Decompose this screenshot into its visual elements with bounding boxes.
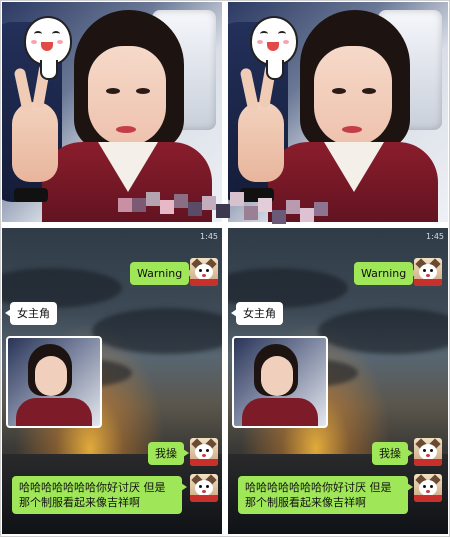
status-time: 1:45 [200, 232, 218, 241]
sent-message-3[interactable]: 哈哈哈哈哈哈哈你好讨厌 但是那个制服看起来像吉祥啊 [12, 476, 187, 514]
chat-panel-left[interactable]: 1:45 Warning 女主角 我操 哈哈哈哈哈哈哈你好讨厌 但是那个制服看起… [2, 228, 222, 534]
received-image-message[interactable] [232, 336, 328, 428]
sent-message-warning[interactable]: Warning [354, 262, 419, 285]
received-image-message[interactable] [6, 336, 102, 428]
received-message[interactable]: 女主角 [5, 302, 57, 325]
status-time: 1:45 [426, 232, 444, 241]
received-message[interactable]: 女主角 [231, 302, 283, 325]
cat-avatar-icon[interactable] [414, 258, 442, 286]
sent-message-3[interactable]: 哈哈哈哈哈哈哈你好讨厌 但是那个制服看起来像吉祥啊 [238, 476, 413, 514]
cat-avatar-icon[interactable] [190, 258, 218, 286]
sent-message-warning[interactable]: Warning [130, 262, 195, 285]
cat-avatar-icon[interactable] [414, 474, 442, 502]
mascot-sticker-icon [250, 16, 298, 66]
selfie-photo-left [2, 2, 222, 222]
mascot-sticker-icon [24, 16, 72, 66]
selfie-photo-right [228, 2, 448, 222]
chat-panel-right[interactable]: 1:45 Warning 女主角 我操 哈哈哈哈哈哈哈你好讨厌 但是那个制服看起… [228, 228, 448, 534]
sent-message-2[interactable]: 我操 [148, 442, 189, 465]
cat-avatar-icon[interactable] [190, 438, 218, 466]
cat-avatar-icon[interactable] [190, 474, 218, 502]
cat-avatar-icon[interactable] [414, 438, 442, 466]
sent-message-2[interactable]: 我操 [372, 442, 413, 465]
